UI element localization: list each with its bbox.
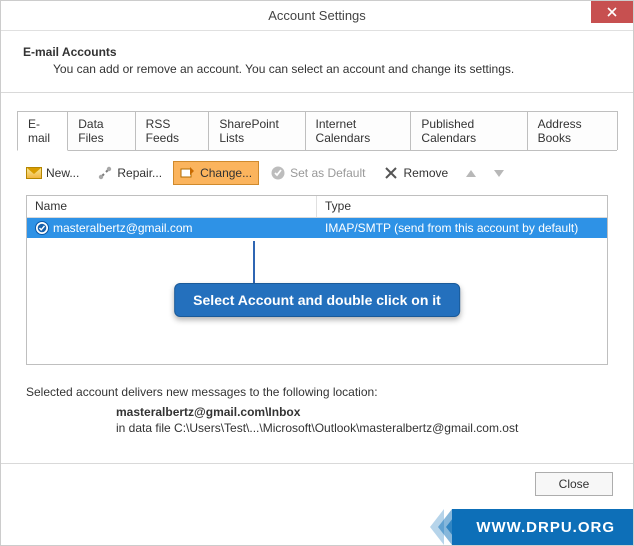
row-type: IMAP/SMTP (send from this account by def… <box>317 219 607 237</box>
set-default-label: Set as Default <box>290 166 365 180</box>
tab-internet-calendars[interactable]: Internet Calendars <box>305 111 412 150</box>
row-name: masteralbertz@gmail.com <box>53 221 193 235</box>
col-name[interactable]: Name <box>27 196 317 217</box>
window-close-button[interactable] <box>591 1 633 23</box>
header-section: E-mail Accounts You can add or remove an… <box>1 31 633 93</box>
repair-label: Repair... <box>117 166 162 180</box>
tab-data-files[interactable]: Data Files <box>67 111 135 150</box>
new-button[interactable]: New... <box>19 161 86 185</box>
location-path-line2: in data file C:\Users\Test\...\Microsoft… <box>116 421 608 435</box>
repair-button[interactable]: Repair... <box>90 161 169 185</box>
header-title: E-mail Accounts <box>23 45 611 59</box>
envelope-icon <box>26 165 42 181</box>
col-type[interactable]: Type <box>317 196 607 217</box>
change-button[interactable]: Change... <box>173 161 259 185</box>
change-label: Change... <box>200 166 252 180</box>
arrow-down-icon <box>494 170 504 177</box>
tab-published-calendars[interactable]: Published Calendars <box>410 111 527 150</box>
check-circle-icon <box>270 165 286 181</box>
tabs-row: E-mail Data Files RSS Feeds SharePoint L… <box>17 111 617 151</box>
change-icon <box>180 165 196 181</box>
tab-email[interactable]: E-mail <box>17 111 68 151</box>
set-default-button: Set as Default <box>263 161 372 185</box>
arrow-up-icon <box>466 170 476 177</box>
callout-connector <box>253 241 255 285</box>
move-up-button <box>459 166 483 181</box>
location-label: Selected account delivers new messages t… <box>26 385 608 399</box>
tab-rss-feeds[interactable]: RSS Feeds <box>135 111 210 150</box>
remove-button[interactable]: Remove <box>376 161 455 185</box>
header-desc: You can add or remove an account. You ca… <box>53 62 611 76</box>
dialog-button-bar: Close <box>1 463 633 503</box>
tab-address-books[interactable]: Address Books <box>527 111 618 150</box>
move-down-button <box>487 166 511 181</box>
table-row[interactable]: masteralbertz@gmail.com IMAP/SMTP (send … <box>27 218 607 238</box>
remove-label: Remove <box>403 166 448 180</box>
tab-sharepoint-lists[interactable]: SharePoint Lists <box>208 111 305 150</box>
close-button[interactable]: Close <box>535 472 613 496</box>
watermark-chevrons-icon <box>430 509 462 545</box>
titlebar: Account Settings <box>1 1 633 31</box>
account-list: Name Type masteralbertz@gmail.com IMAP/S… <box>26 195 608 365</box>
location-info: Selected account delivers new messages t… <box>26 385 608 435</box>
window-title: Account Settings <box>268 8 366 23</box>
remove-icon <box>383 165 399 181</box>
watermark: WWW.DRPU.ORG <box>430 509 633 545</box>
callout-tooltip: Select Account and double click on it <box>174 283 460 317</box>
close-icon <box>607 7 617 17</box>
location-path-bold: masteralbertz@gmail.com\Inbox <box>116 405 608 419</box>
new-label: New... <box>46 166 79 180</box>
toolbar: New... Repair... Change... Set as Defaul… <box>17 157 617 189</box>
watermark-text: WWW.DRPU.ORG <box>452 509 633 545</box>
list-header: Name Type <box>27 196 607 218</box>
repair-icon <box>97 165 113 181</box>
default-account-icon <box>35 221 49 235</box>
